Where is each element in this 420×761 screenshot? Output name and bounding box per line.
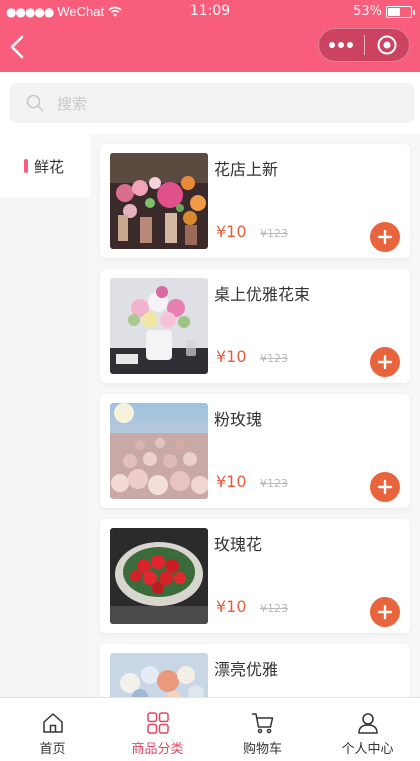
back-arrow-icon[interactable] bbox=[8, 34, 28, 60]
search-area: 搜索 bbox=[0, 72, 420, 134]
tab-label: 购物车 bbox=[242, 742, 282, 757]
plus-icon bbox=[377, 604, 393, 620]
tab-category[interactable]: 商品分类 bbox=[105, 698, 210, 761]
tab-cart[interactable]: 购物车 bbox=[210, 698, 315, 761]
plus-icon bbox=[377, 229, 393, 245]
product-name: 花店上新 bbox=[214, 160, 279, 179]
product-original-price: ¥123 bbox=[260, 477, 288, 490]
product-name: 漂亮优雅 bbox=[214, 660, 279, 679]
product-original-price: ¥123 bbox=[260, 227, 288, 240]
search-icon bbox=[26, 94, 44, 112]
search-input[interactable]: 搜索 bbox=[10, 83, 414, 123]
search-placeholder: 搜索 bbox=[57, 94, 88, 113]
add-to-cart-button[interactable] bbox=[370, 472, 400, 502]
miniprogram-capsule bbox=[318, 28, 410, 62]
product-price: ¥10 bbox=[216, 472, 247, 491]
sidebar-item-label: 鲜花 bbox=[34, 157, 65, 176]
product-price: ¥10 bbox=[216, 597, 247, 616]
status-bar: ●●●●● WeChat 11:09 53% bbox=[0, 0, 420, 24]
category-sidebar: 鲜花 bbox=[0, 134, 90, 697]
product-card[interactable]: 漂亮优雅 bbox=[100, 644, 410, 697]
home-icon bbox=[42, 713, 63, 733]
top-header: ●●●●● WeChat 11:09 53% bbox=[0, 0, 420, 72]
add-to-cart-button[interactable] bbox=[370, 597, 400, 627]
plus-icon bbox=[377, 479, 393, 495]
tab-home[interactable]: 首页 bbox=[0, 698, 105, 761]
product-card[interactable]: 粉玫瑰 ¥10 ¥123 bbox=[100, 394, 410, 508]
product-original-price: ¥123 bbox=[260, 602, 288, 615]
product-price: ¥10 bbox=[216, 347, 247, 366]
tab-label: 商品分类 bbox=[131, 742, 184, 757]
add-to-cart-button[interactable] bbox=[370, 222, 400, 252]
product-image-flower-shop[interactable] bbox=[110, 153, 208, 249]
active-indicator bbox=[24, 159, 28, 173]
product-image-table-bouquet[interactable] bbox=[110, 278, 208, 374]
tab-label: 个人中心 bbox=[341, 742, 394, 757]
product-original-price: ¥123 bbox=[260, 352, 288, 365]
tab-profile[interactable]: 个人中心 bbox=[315, 698, 420, 761]
product-card[interactable]: 花店上新 ¥10 ¥123 bbox=[100, 144, 410, 258]
category-grid-icon bbox=[146, 712, 169, 734]
cart-icon bbox=[251, 713, 273, 734]
product-price: ¥10 bbox=[216, 222, 247, 241]
product-image-elegant-bouquet[interactable] bbox=[110, 653, 208, 697]
product-card[interactable]: 桌上优雅花束 ¥10 ¥123 bbox=[100, 269, 410, 383]
plus-icon bbox=[377, 354, 393, 370]
user-icon bbox=[357, 713, 378, 734]
product-card[interactable]: 玫瑰花 ¥10 ¥123 bbox=[100, 519, 410, 633]
product-image-pink-roses[interactable] bbox=[110, 403, 208, 499]
product-list[interactable]: 花店上新 ¥10 ¥123 桌上优雅花束 ¥10 ¥123 粉玫瑰 ¥10 ¥1… bbox=[90, 134, 420, 697]
battery-icon bbox=[386, 5, 415, 18]
more-dots-icon[interactable] bbox=[319, 42, 364, 48]
sidebar-item-flowers[interactable]: 鲜花 bbox=[0, 134, 90, 198]
product-name: 桌上优雅花束 bbox=[214, 285, 311, 304]
product-name: 粉玫瑰 bbox=[214, 410, 263, 429]
battery-percent: 53% bbox=[353, 4, 382, 19]
tab-label: 首页 bbox=[39, 742, 66, 757]
close-target-icon[interactable] bbox=[364, 34, 409, 56]
product-name: 玫瑰花 bbox=[214, 535, 263, 554]
bottom-tab-bar: 首页 商品分类 购物车 个人中心 bbox=[0, 697, 420, 761]
add-to-cart-button[interactable] bbox=[370, 347, 400, 377]
app-screen: ●●●●● WeChat 11:09 53% 搜索 鲜花 花店上新 ¥10 ¥1… bbox=[0, 0, 420, 761]
product-image-rose-bouquet[interactable] bbox=[110, 528, 208, 624]
